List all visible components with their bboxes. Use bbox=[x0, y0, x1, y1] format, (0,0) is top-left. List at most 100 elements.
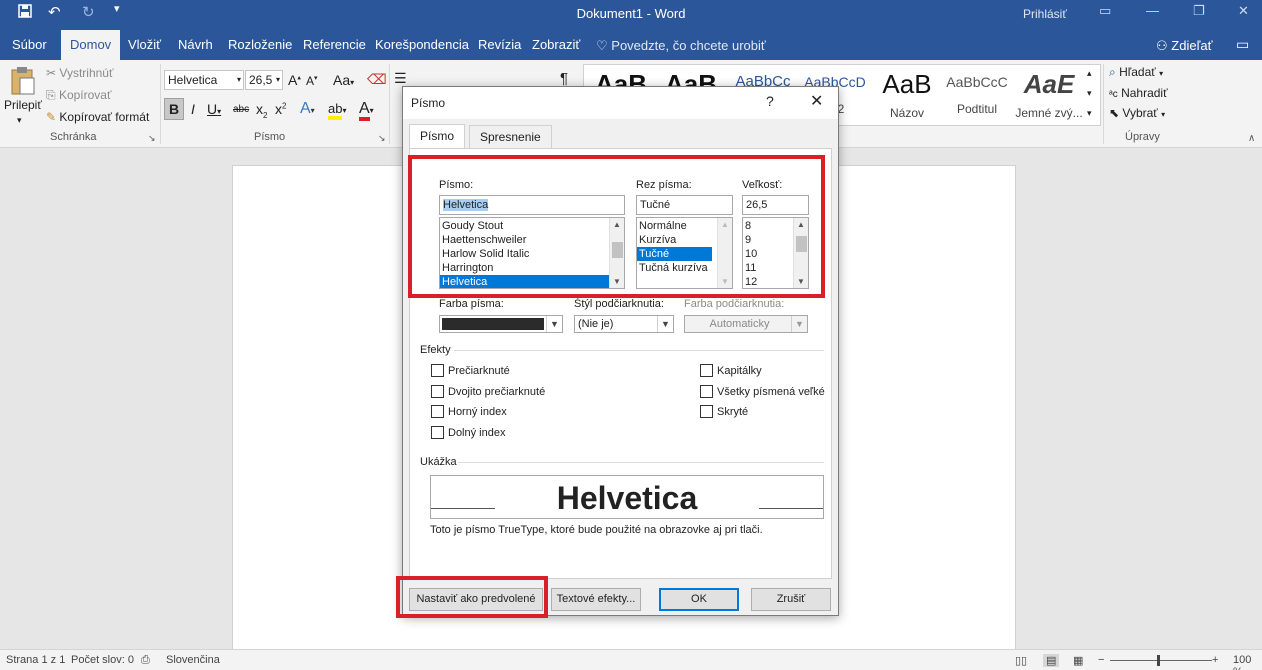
scrollbar[interactable]: ▲ ▼ bbox=[717, 218, 732, 288]
tab-design[interactable]: Návrh bbox=[170, 30, 221, 60]
proofing-icon[interactable]: ⎙ bbox=[141, 654, 150, 667]
scrollbar[interactable]: ▲ ▼ bbox=[609, 218, 624, 288]
maximize-icon[interactable]: ❐ bbox=[1193, 3, 1205, 19]
font-style-field[interactable]: Tučné bbox=[636, 195, 733, 215]
list-item[interactable]: Haettenschweiler bbox=[440, 233, 624, 247]
subscript-checkbox[interactable] bbox=[431, 426, 444, 439]
tab-layout[interactable]: Rozloženie bbox=[220, 30, 300, 60]
strikethrough-checkbox[interactable] bbox=[431, 364, 444, 377]
tab-references[interactable]: Referencie bbox=[295, 30, 374, 60]
scroll-up-icon[interactable]: ▴ bbox=[1087, 68, 1092, 79]
more-styles-icon[interactable]: ▾ bbox=[1087, 108, 1092, 119]
font-color-dropdown[interactable]: ▼ bbox=[439, 315, 563, 333]
list-item[interactable]: Tučná kurzíva bbox=[637, 261, 712, 275]
scroll-thumb[interactable] bbox=[612, 242, 623, 258]
bullets-icon[interactable]: ☰ bbox=[394, 70, 407, 87]
tab-review[interactable]: Revízia bbox=[470, 30, 529, 60]
style-title[interactable]: AaB Názov bbox=[872, 68, 942, 124]
small-caps-checkbox[interactable] bbox=[700, 364, 713, 377]
font-size-combo[interactable]: 26,5 ▾ bbox=[245, 70, 283, 90]
collapse-ribbon-icon[interactable]: ∧ bbox=[1248, 133, 1255, 144]
style-subtitle[interactable]: AaBbCcC Podtitul bbox=[942, 68, 1012, 124]
scroll-down-icon[interactable]: ▼ bbox=[797, 277, 805, 286]
minimize-icon[interactable]: — bbox=[1146, 3, 1159, 18]
zoom-level[interactable]: 100 % bbox=[1233, 654, 1262, 670]
underline-style-dropdown[interactable]: (Nie je) ▼ bbox=[574, 315, 674, 333]
paste-icon[interactable] bbox=[10, 66, 36, 96]
underline-color-dropdown[interactable]: Automaticky ▼ bbox=[684, 315, 808, 333]
ribbon-display-icon[interactable]: ▭ bbox=[1099, 3, 1111, 19]
text-effects-button[interactable]: A▾ bbox=[300, 100, 315, 118]
dialog-launcher-icon[interactable]: ↘ bbox=[378, 133, 386, 144]
tab-advanced[interactable]: Spresnenie bbox=[469, 125, 552, 149]
list-item[interactable]: Goudy Stout bbox=[440, 219, 624, 233]
scroll-up-icon[interactable]: ▲ bbox=[797, 220, 805, 229]
cancel-button[interactable]: Zrušiť bbox=[751, 588, 831, 611]
grow-font-button[interactable]: A▴ bbox=[288, 72, 301, 88]
font-style-list[interactable]: Normálne Kurzíva Tučné Tučná kurzíva ▲ ▼ bbox=[636, 217, 733, 289]
scroll-down-icon[interactable]: ▼ bbox=[721, 277, 729, 286]
tab-view[interactable]: Zobraziť bbox=[524, 30, 588, 60]
zoom-slider-track[interactable] bbox=[1110, 660, 1212, 661]
highlight-button[interactable]: ab▾ bbox=[328, 101, 346, 120]
underline-button[interactable]: U▾ bbox=[207, 101, 221, 117]
cut-button[interactable]: ✂ Vystrihnúť bbox=[46, 66, 113, 80]
italic-button[interactable]: I bbox=[191, 101, 195, 117]
list-item[interactable]: Normálne bbox=[637, 219, 712, 233]
subscript-button[interactable]: x2 bbox=[256, 101, 267, 120]
hidden-checkbox[interactable] bbox=[700, 405, 713, 418]
tab-font[interactable]: Písmo bbox=[409, 124, 466, 149]
dialog-launcher-icon[interactable]: ↘ bbox=[148, 133, 156, 144]
scroll-thumb[interactable] bbox=[796, 236, 807, 252]
zoom-in-icon[interactable]: + bbox=[1212, 654, 1218, 666]
list-item[interactable]: Kurzíva bbox=[637, 233, 712, 247]
tab-file[interactable]: Súbor bbox=[4, 30, 55, 60]
clear-formatting-icon[interactable]: ⌫ bbox=[367, 71, 387, 88]
zoom-slider-thumb[interactable] bbox=[1157, 655, 1160, 666]
font-size-field[interactable]: 26,5 bbox=[742, 195, 809, 215]
scroll-down-icon[interactable]: ▾ bbox=[1087, 88, 1092, 99]
font-name-combo[interactable]: Helvetica ▾ bbox=[164, 70, 244, 90]
all-caps-checkbox[interactable] bbox=[700, 385, 713, 398]
tab-mailings[interactable]: Korešpondencia bbox=[367, 30, 477, 60]
copy-button[interactable]: ⎘ Kopírovať bbox=[46, 88, 111, 103]
pilcrow-button[interactable]: ¶ bbox=[560, 70, 568, 87]
scroll-up-icon[interactable]: ▲ bbox=[613, 220, 621, 229]
list-item-selected[interactable]: Tučné bbox=[637, 247, 712, 261]
format-painter-button[interactable]: ✎ Kopírovať formát bbox=[46, 110, 149, 124]
paste-button[interactable]: Prilepiť bbox=[4, 98, 42, 112]
close-icon[interactable]: ✕ bbox=[810, 91, 823, 111]
read-mode-icon[interactable]: ▯▯ bbox=[1015, 654, 1027, 667]
font-list[interactable]: Goudy Stout Haettenschweiler Harlow Soli… bbox=[439, 217, 625, 289]
strikethrough-button[interactable]: abc bbox=[233, 104, 249, 115]
zoom-out-icon[interactable]: − bbox=[1098, 654, 1104, 666]
web-layout-icon[interactable]: ▦ bbox=[1073, 654, 1083, 667]
superscript-button[interactable]: x2 bbox=[275, 101, 286, 117]
double-strikethrough-checkbox[interactable] bbox=[431, 385, 444, 398]
style-subtle-emphasis[interactable]: AaE Jemné zvý... bbox=[1014, 68, 1084, 124]
sign-in-link[interactable]: Prihlásiť bbox=[1023, 7, 1067, 21]
language[interactable]: Slovenčina bbox=[166, 654, 220, 666]
find-button[interactable]: ⌕ Hľadať ▾ bbox=[1109, 65, 1163, 80]
close-window-icon[interactable]: ✕ bbox=[1238, 3, 1249, 19]
scroll-up-icon[interactable]: ▲ bbox=[721, 220, 729, 229]
text-effects-button[interactable]: Textové efekty... bbox=[551, 588, 641, 611]
bold-button[interactable]: B bbox=[164, 98, 184, 120]
change-case-button[interactable]: Aa▾ bbox=[333, 72, 354, 88]
scrollbar[interactable]: ▲ ▼ bbox=[793, 218, 808, 288]
scroll-down-icon[interactable]: ▼ bbox=[613, 277, 621, 286]
word-count[interactable]: Počet slov: 0 bbox=[71, 654, 134, 666]
font-color-button[interactable]: A▾ bbox=[359, 100, 374, 121]
select-button[interactable]: ⬉ Vybrať ▾ bbox=[1109, 106, 1165, 120]
replace-button[interactable]: ᵃc Nahradiť bbox=[1109, 86, 1168, 100]
tell-me-box[interactable]: ♡ Povedzte, čo chcete urobiť bbox=[596, 38, 766, 54]
font-size-list[interactable]: 8 9 10 11 12 ▲ ▼ bbox=[742, 217, 809, 289]
list-item-selected[interactable]: Helvetica bbox=[440, 275, 624, 288]
tab-home[interactable]: Domov bbox=[61, 30, 121, 60]
print-layout-icon[interactable]: ▤ bbox=[1043, 654, 1060, 667]
list-item[interactable]: Harrington bbox=[440, 261, 624, 275]
ok-button[interactable]: OK bbox=[659, 588, 739, 611]
help-icon[interactable]: ? bbox=[766, 93, 774, 109]
superscript-checkbox[interactable] bbox=[431, 405, 444, 418]
list-item[interactable]: Harlow Solid Italic bbox=[440, 247, 624, 261]
